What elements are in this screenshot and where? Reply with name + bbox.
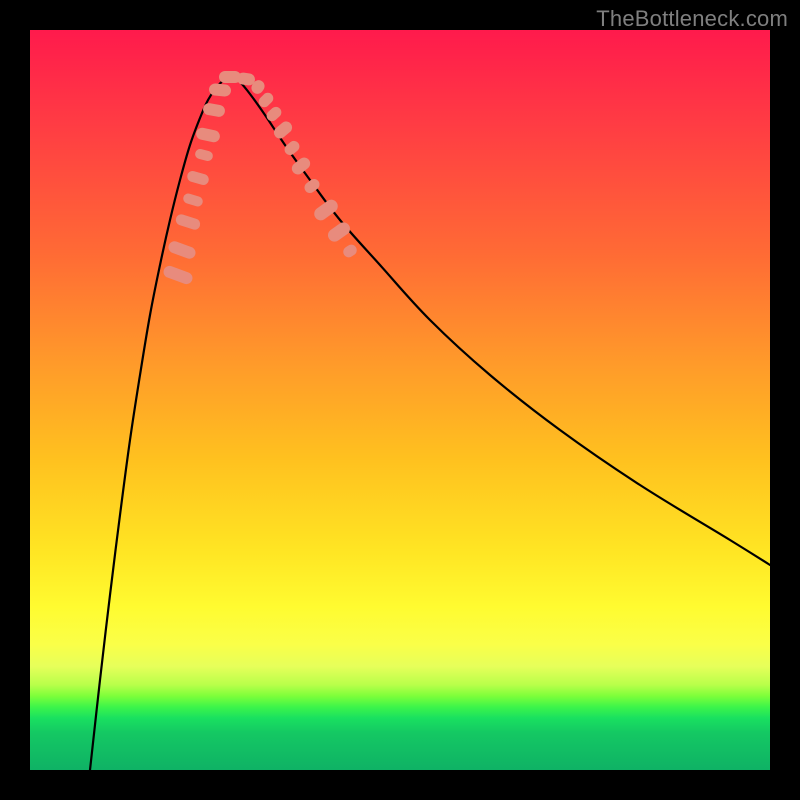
data-point — [195, 127, 221, 144]
data-point — [194, 148, 214, 162]
data-point — [186, 170, 210, 187]
data-points-group — [162, 71, 359, 286]
data-point — [202, 102, 226, 118]
data-point — [325, 220, 352, 244]
curve-svg — [30, 30, 770, 770]
data-point — [264, 105, 283, 124]
data-point — [282, 139, 301, 158]
data-point — [271, 119, 294, 141]
data-point — [162, 264, 194, 286]
data-point — [289, 155, 312, 177]
watermark-text: TheBottleneck.com — [596, 6, 788, 32]
data-point — [174, 213, 201, 231]
data-point — [167, 240, 197, 261]
data-point — [341, 243, 359, 260]
plot-area — [30, 30, 770, 770]
right-branch-curve — [232, 76, 770, 565]
left-branch-curve — [90, 76, 232, 770]
chart-stage: TheBottleneck.com — [0, 0, 800, 800]
data-point — [182, 192, 204, 207]
